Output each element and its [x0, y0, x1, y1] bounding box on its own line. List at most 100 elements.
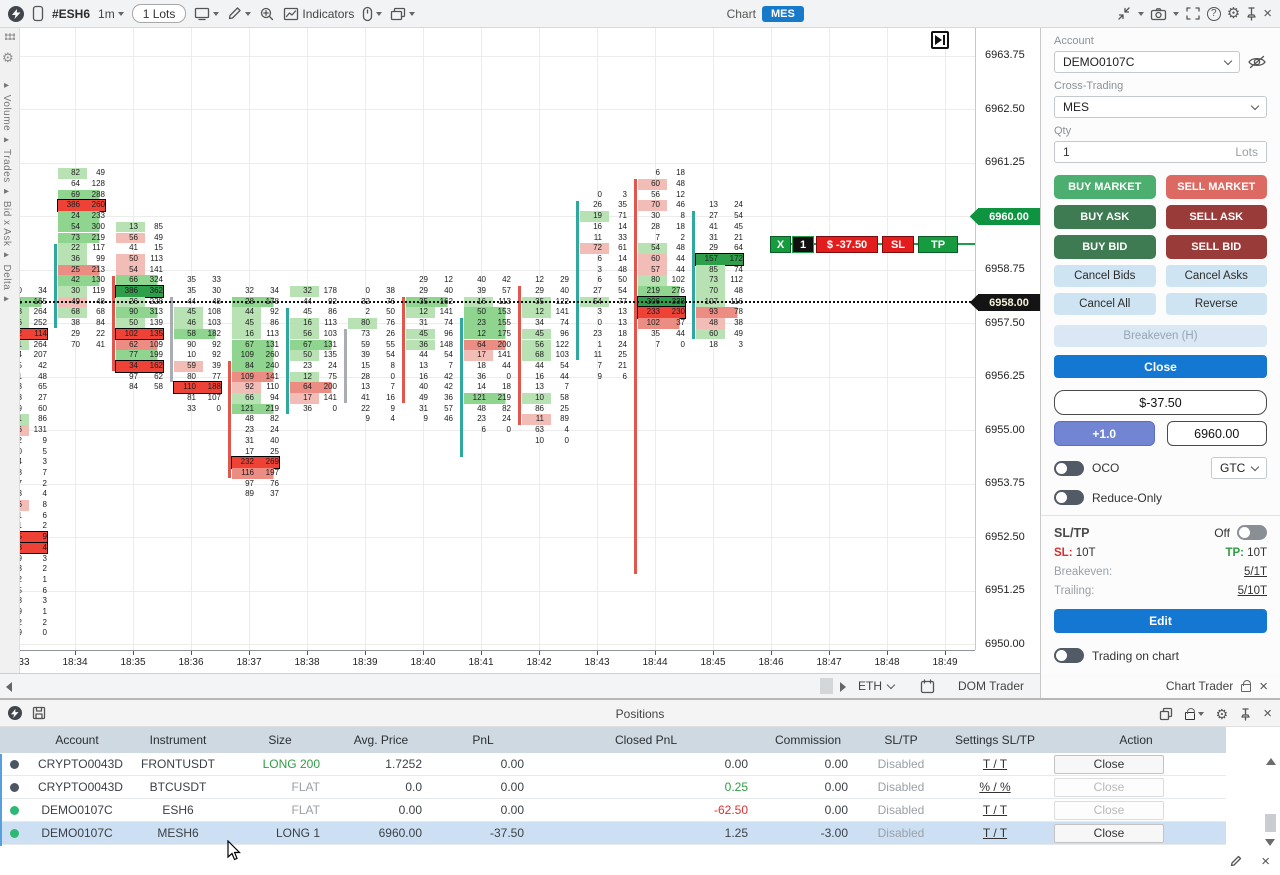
close-position-button[interactable]: Close [1054, 824, 1164, 843]
sell-ask-button[interactable]: SELL ASK [1166, 205, 1268, 229]
position-close-button[interactable]: X [770, 236, 791, 253]
calendar-icon[interactable] [920, 679, 935, 694]
scroll-down-icon[interactable] [1265, 839, 1275, 846]
pin-icon[interactable] [1240, 707, 1251, 721]
cancel-bids-button[interactable]: Cancel Bids [1054, 265, 1156, 287]
symbol-selector[interactable]: #ESH6 [52, 7, 90, 21]
position-row[interactable]: CRYPTO0043DBTCUSDTFLAT0.00.000.250.00Dis… [0, 776, 1226, 799]
settings-gear-icon[interactable]: ⚙ [1227, 6, 1240, 21]
lots-input[interactable]: 1 Lots [132, 4, 187, 23]
scroll-left-icon[interactable] [6, 682, 12, 692]
lock-menu[interactable] [1185, 708, 1204, 720]
reduce-only-toggle[interactable] [1054, 490, 1084, 505]
close-position-button[interactable]: Close [1054, 755, 1164, 774]
column-header[interactable]: Account [28, 733, 126, 747]
position-row[interactable]: DEMO0107CMESH6LONG 16960.00-37.501.25-3.… [0, 822, 1226, 845]
close-icon[interactable]: × [1261, 854, 1270, 869]
edit-pencil-icon[interactable] [1229, 854, 1243, 868]
scroll-up-icon[interactable] [1266, 758, 1276, 765]
pin-icon[interactable] [1246, 6, 1257, 21]
sell-bid-button[interactable]: SELL BID [1166, 235, 1268, 259]
column-header[interactable]: Closed PnL [534, 733, 758, 747]
column-header[interactable]: Action [1046, 733, 1226, 747]
column-header[interactable]: PnL [432, 733, 534, 747]
step-button[interactable]: +1.0 [1054, 421, 1155, 446]
qty-input[interactable]: 1 Lots [1054, 141, 1267, 163]
fullscreen-icon[interactable] [1185, 6, 1201, 21]
sltp-settings-link[interactable]: T / T [983, 757, 1007, 771]
oco-toggle[interactable] [1054, 461, 1084, 476]
close-icon[interactable]: × [1259, 679, 1268, 694]
gear-icon[interactable]: ⚙ [1216, 707, 1229, 721]
footprint-cell: 69288 [58, 190, 105, 201]
close-position-button[interactable]: Close [1054, 355, 1267, 378]
cancel-asks-button[interactable]: Cancel Asks [1166, 265, 1268, 287]
sltp-settings-link[interactable]: T / T [983, 803, 1007, 817]
help-icon[interactable]: ? [1207, 7, 1221, 21]
eye-slash-icon[interactable] [1247, 54, 1267, 70]
device-icon[interactable] [32, 5, 44, 22]
collapse-icon[interactable] [1116, 6, 1132, 21]
duplicate-icon[interactable] [1159, 707, 1173, 721]
session-selector[interactable]: ETH [858, 679, 894, 693]
close-icon[interactable]: × [1263, 706, 1272, 721]
chart-plot[interactable]: X 1 $ -37.50 SL TP 034111655826476252821… [20, 28, 975, 650]
link-group-badge[interactable]: MES [762, 6, 804, 22]
footprint-cell: 946 [406, 414, 453, 425]
reverse-button[interactable]: Reverse [1166, 293, 1268, 315]
breakeven-button[interactable]: Breakeven (H) [1054, 325, 1267, 347]
chevron-down-icon[interactable] [1138, 12, 1144, 19]
templates-selector[interactable] [194, 6, 219, 21]
sltp-settings-link[interactable]: % / % [979, 780, 1010, 794]
position-row[interactable]: DEMO0107CESH6FLAT0.000.00-62.500.00Disab… [0, 799, 1226, 822]
scrollbar-thumb[interactable] [1265, 814, 1276, 832]
gear-icon[interactable]: ⚙ [2, 50, 14, 66]
drag-handle-icon[interactable] [5, 33, 15, 40]
cancel-all-button[interactable]: Cancel All [1054, 293, 1156, 315]
buy-market-button[interactable]: BUY MARKET [1054, 175, 1156, 199]
cross-trading-select[interactable]: MES [1054, 96, 1267, 118]
timeframe-selector[interactable]: 1m [98, 7, 124, 21]
position-row[interactable]: CRYPTO0043DFRONTUSDTLONG 2001.72520.000.… [0, 753, 1226, 776]
trailing-value[interactable]: 5/10T [1238, 585, 1267, 597]
indicators-button[interactable]: Indicators [283, 7, 354, 21]
column-header[interactable]: Avg. Price [330, 733, 432, 747]
edit-button[interactable]: Edit [1054, 609, 1267, 633]
layout-selector[interactable] [390, 7, 415, 21]
sell-market-button[interactable]: SELL MARKET [1166, 175, 1268, 199]
column-header[interactable]: Instrument [126, 733, 230, 747]
save-icon[interactable] [32, 706, 46, 720]
column-header[interactable]: Settings SL/TP [944, 733, 1046, 747]
positions-scrollbar[interactable] [1263, 756, 1278, 848]
camera-icon[interactable] [1150, 7, 1167, 21]
column-header[interactable]: Commission [758, 733, 858, 747]
drawing-tools[interactable] [227, 6, 251, 21]
price-axis[interactable]: 6960.00 6958.00 6963.756962.506961.25695… [975, 28, 1040, 650]
lock-icon[interactable] [1241, 684, 1251, 692]
footprint-cell: 137 [406, 361, 453, 372]
take-profit-button[interactable]: TP [918, 236, 958, 253]
breakeven-value[interactable]: 5/1T [1244, 566, 1267, 578]
stop-loss-button[interactable]: SL [882, 236, 914, 253]
cursor-selector[interactable] [362, 6, 382, 22]
buy-bid-button[interactable]: BUY BID [1054, 235, 1156, 259]
footprint-cell: 360 [464, 372, 511, 383]
scroll-right-icon[interactable] [840, 682, 846, 692]
column-header[interactable]: SL/TP [858, 733, 944, 747]
sltp-toggle[interactable] [1237, 525, 1267, 540]
sidebar-panel-labels[interactable]: ▸ Volume ▸ Trades ▸ Bid x Ask ▸ Delta ▸ [1, 80, 12, 305]
entry-price-field[interactable]: 6960.00 [1167, 421, 1268, 446]
tab-dom-trader[interactable]: DOM Trader [958, 679, 1024, 693]
time-axis[interactable]: 18:3318:3418:3518:3618:3718:3818:3918:40… [20, 650, 975, 672]
close-icon[interactable]: × [1263, 6, 1272, 21]
column-header[interactable]: Size [230, 733, 330, 747]
tif-select[interactable]: GTC [1211, 457, 1267, 479]
buy-ask-button[interactable]: BUY ASK [1054, 205, 1156, 229]
account-select[interactable]: DEMO0107C [1054, 51, 1240, 73]
zoom-icon[interactable] [259, 6, 275, 22]
chevron-down-icon[interactable] [1173, 12, 1179, 19]
scrollbar-thumb[interactable] [820, 678, 833, 694]
replay-button[interactable] [931, 31, 949, 49]
sltp-settings-link[interactable]: T / T [983, 826, 1007, 840]
trading-on-chart-toggle[interactable] [1054, 648, 1084, 663]
